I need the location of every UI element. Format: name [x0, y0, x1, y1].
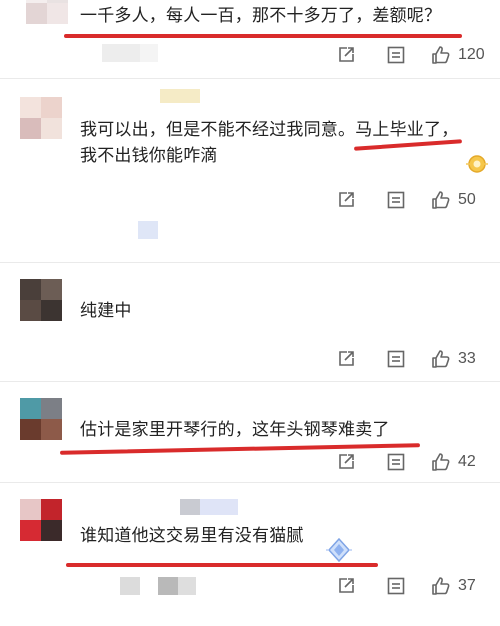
highlight-underline: [64, 34, 462, 38]
comment-icon[interactable]: [386, 576, 406, 596]
avatar[interactable]: [20, 499, 62, 541]
avatar[interactable]: [26, 0, 68, 24]
blurred-username: [158, 577, 178, 595]
comment-icon[interactable]: [386, 452, 406, 472]
like-button[interactable]: 33: [430, 348, 486, 370]
thumbs-up-icon: [432, 350, 450, 368]
action-bar: 120: [336, 44, 486, 66]
comment-icon[interactable]: [386, 349, 406, 369]
blurred-username: [120, 577, 140, 595]
like-count: 120: [458, 46, 485, 63]
comment-2: 我可以出，但是不能不经过我同意。马上毕业了， 我不出钱你能咋滴 50: [0, 79, 500, 244]
highlight-underline: [66, 563, 378, 567]
thumbs-up-icon: [432, 577, 450, 595]
blurred-username: [200, 499, 238, 515]
like-button[interactable]: 37: [430, 575, 486, 597]
blurred-username: [140, 44, 158, 62]
share-icon[interactable]: [336, 190, 356, 210]
comment-4: 估计是家里开琴行的，这年头钢琴难卖了 42: [0, 382, 500, 482]
avatar[interactable]: [20, 97, 62, 139]
blurred-username: [180, 499, 200, 515]
like-count: 42: [458, 453, 476, 470]
like-button[interactable]: 42: [430, 451, 486, 473]
share-icon[interactable]: [336, 576, 356, 596]
avatar[interactable]: [20, 279, 62, 321]
like-count: 33: [458, 350, 476, 367]
comment-3: 纯建中 33: [0, 263, 500, 381]
thumbs-up-icon: [432, 453, 450, 471]
blurred-username: [160, 89, 200, 103]
blurred-username: [178, 577, 196, 595]
action-bar: 42: [336, 451, 486, 473]
share-icon[interactable]: [336, 452, 356, 472]
thumbs-up-icon: [432, 191, 450, 209]
like-count: 37: [458, 577, 476, 594]
avatar[interactable]: [20, 398, 62, 440]
comment-icon[interactable]: [386, 45, 406, 65]
blurred-username: [138, 221, 158, 239]
blurred-username: [102, 44, 140, 62]
action-bar: 50: [336, 189, 486, 211]
comment-text: 纯建中: [80, 301, 132, 321]
medal-badge-icon: [464, 153, 490, 179]
action-bar: 33: [336, 348, 486, 370]
like-button[interactable]: 50: [430, 189, 486, 211]
comment-icon[interactable]: [386, 190, 406, 210]
comment-text: 我不出钱你能咋滴: [80, 146, 218, 166]
like-count: 50: [458, 191, 476, 208]
action-bar: 37: [336, 575, 486, 597]
comment-text: 估计是家里开琴行的，这年头钢琴难卖了: [80, 420, 390, 440]
share-icon[interactable]: [336, 349, 356, 369]
comment-5: 谁知道他这交易里有没有猫腻 37: [0, 483, 500, 626]
share-icon[interactable]: [336, 45, 356, 65]
thumbs-up-icon: [432, 46, 450, 64]
comment-text: 谁知道他这交易里有没有猫腻: [80, 526, 304, 546]
like-button[interactable]: 120: [430, 44, 486, 66]
comment-text: 一千多人，每人一百，那不十多万了，差额呢？: [80, 6, 442, 26]
comment-text: 我可以出，但是不能不经过我同意。马上毕业了，: [80, 120, 459, 140]
comment-1: 一千多人，每人一百，那不十多万了，差额呢？ 120: [0, 0, 500, 78]
